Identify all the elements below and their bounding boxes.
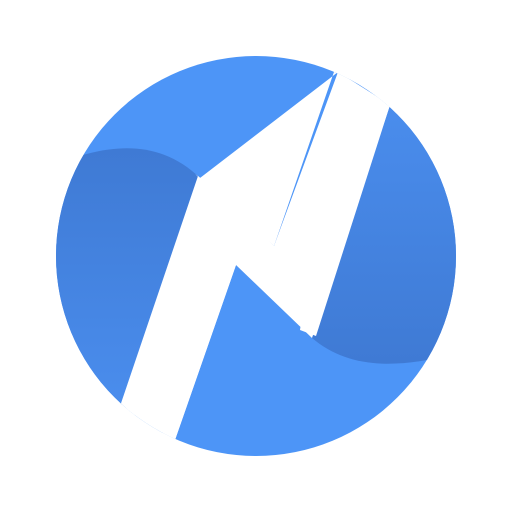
blue-circle-n-logo-icon xyxy=(56,56,456,456)
logo-circle xyxy=(56,56,456,456)
app-icon-canvas xyxy=(0,0,512,512)
